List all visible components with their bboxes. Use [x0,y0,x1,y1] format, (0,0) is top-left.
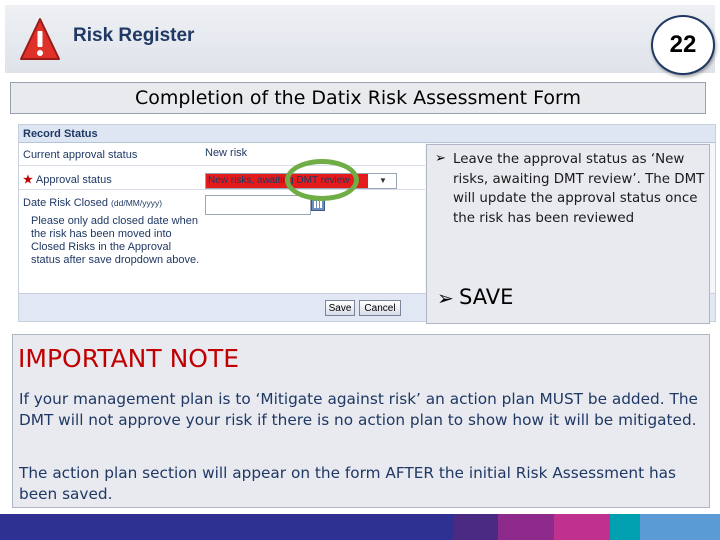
date-closed-input[interactable] [205,195,311,215]
approval-status-label-text: Approval status [35,174,112,186]
important-note-paragraph-2: The action plan section will appear on t… [19,464,676,503]
footer-segment [498,514,554,540]
footer-stripe [0,514,720,540]
save-button[interactable]: Save [325,300,355,316]
date-closed-label-text: Date Risk Closed [23,197,108,209]
current-approval-value: New risk [205,147,248,159]
row-divider [19,189,425,190]
chevron-down-icon[interactable]: ▼ [370,174,396,188]
warning-triangle-icon [20,18,60,60]
callout-save-text: SAVE [459,285,514,309]
date-closed-label: Date Risk Closed (dd/MM/yyyy) [23,197,162,209]
important-note-box: IMPORTANT NOTE If your management plan i… [12,334,710,508]
callout-instruction: Leave the approval status as ‘New risks,… [453,152,705,226]
date-format-hint: (dd/MM/yyyy) [111,198,163,208]
instruction-callout: ➢ Leave the approval status as ‘New risk… [426,144,710,324]
important-note-paragraph-1: If your management plan is to ‘Mitigate … [19,390,698,429]
footer-segment [610,514,640,540]
date-closed-hint: Please only add closed date when the ris… [31,215,200,266]
current-approval-label: Current approval status [23,149,138,161]
footer-segment [0,514,454,540]
save-highlight-ring [285,159,359,201]
header-title: Risk Register [73,25,195,46]
arrow-bullet-icon: ➢ [437,286,454,310]
arrow-bullet-icon: ➢ [435,151,446,166]
approval-status-label: ★ Approval status [23,173,112,186]
record-status-heading: Record Status [19,125,715,143]
slide-subtitle: Completion of the Datix Risk Assessment … [10,82,706,114]
cancel-button[interactable]: Cancel [359,300,401,316]
footer-segment [640,514,720,540]
page-number-badge: 22 [651,15,715,75]
slide-header: Risk Register 22 [5,5,715,75]
footer-segment [554,514,610,540]
footer-segment [454,514,498,540]
required-star-icon: ★ [23,174,33,186]
important-note-heading: IMPORTANT NOTE [18,344,240,373]
row-divider [19,165,425,166]
